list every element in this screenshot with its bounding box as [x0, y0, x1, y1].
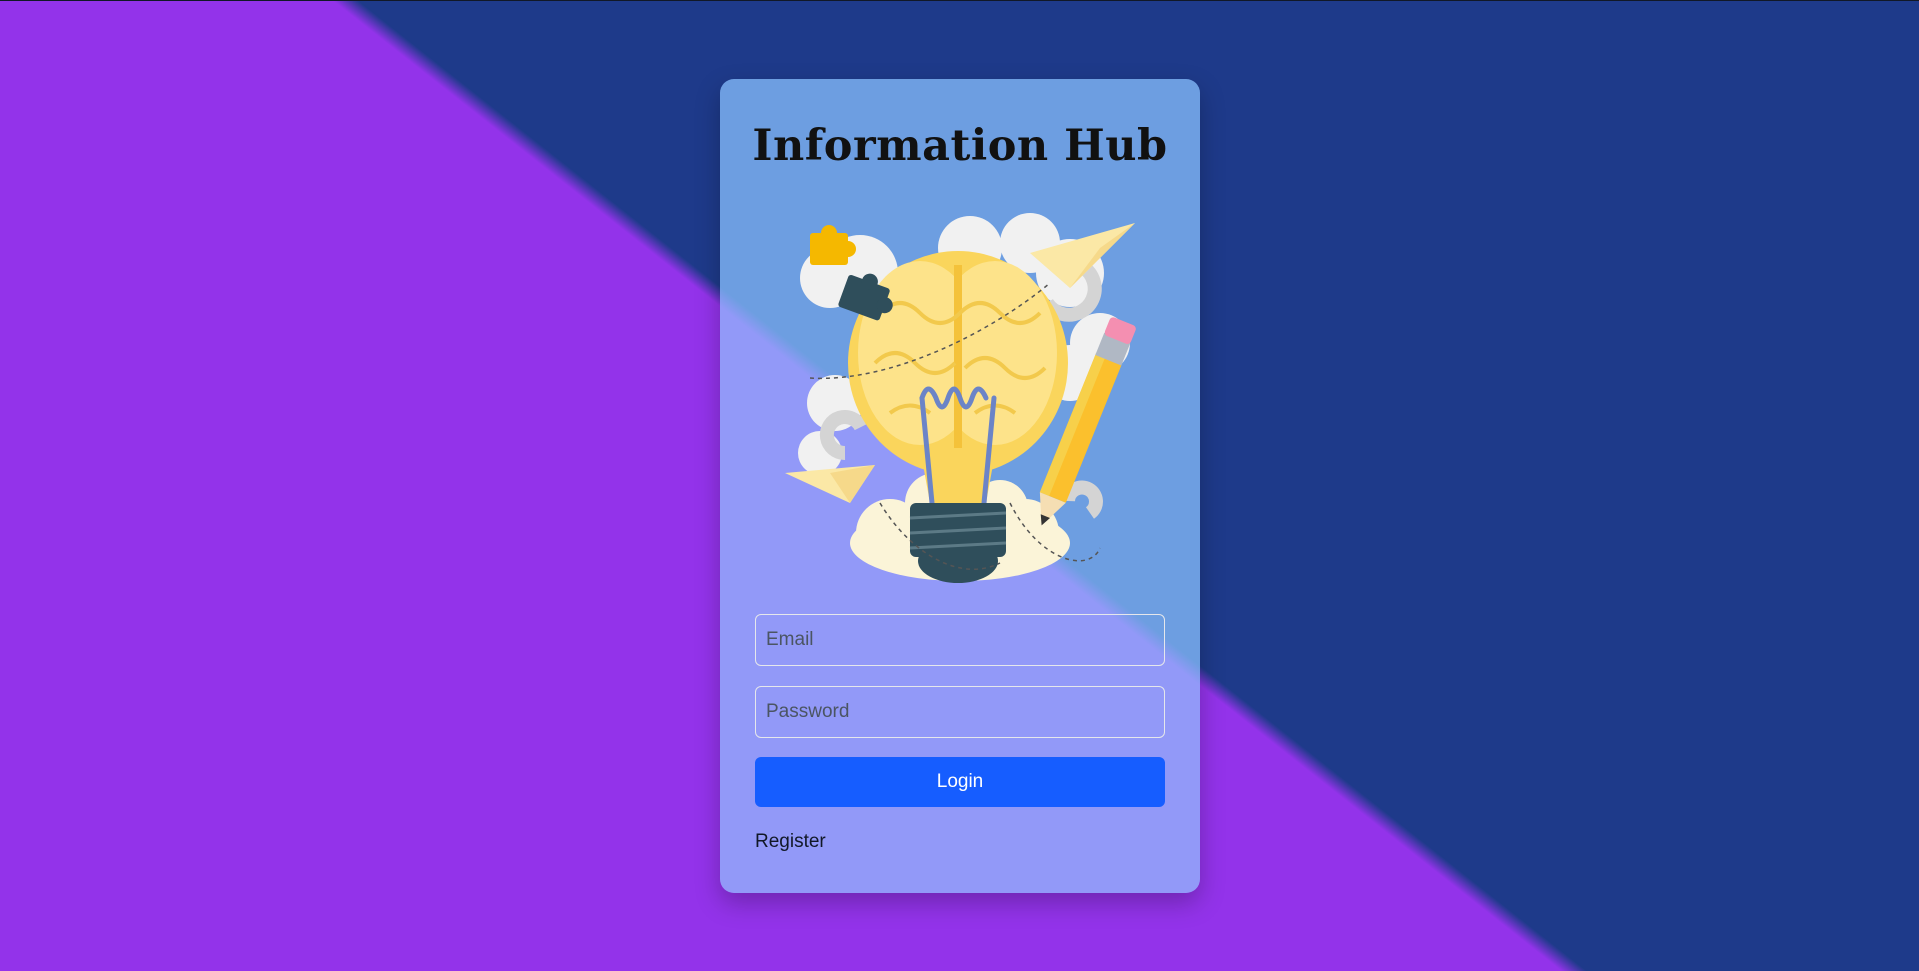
page-title: Information Hub: [752, 121, 1168, 171]
brain-lightbulb-illustration: [785, 213, 1136, 583]
email-input[interactable]: [755, 614, 1165, 666]
paper-plane-left-icon: [785, 465, 875, 503]
login-button[interactable]: Login: [755, 757, 1165, 807]
register-link[interactable]: Register: [755, 831, 826, 853]
brain-shape: [848, 251, 1068, 475]
top-divider: [0, 0, 1919, 1]
password-input[interactable]: [755, 686, 1165, 738]
login-card: Information Hub Email Login Register: [720, 79, 1200, 893]
